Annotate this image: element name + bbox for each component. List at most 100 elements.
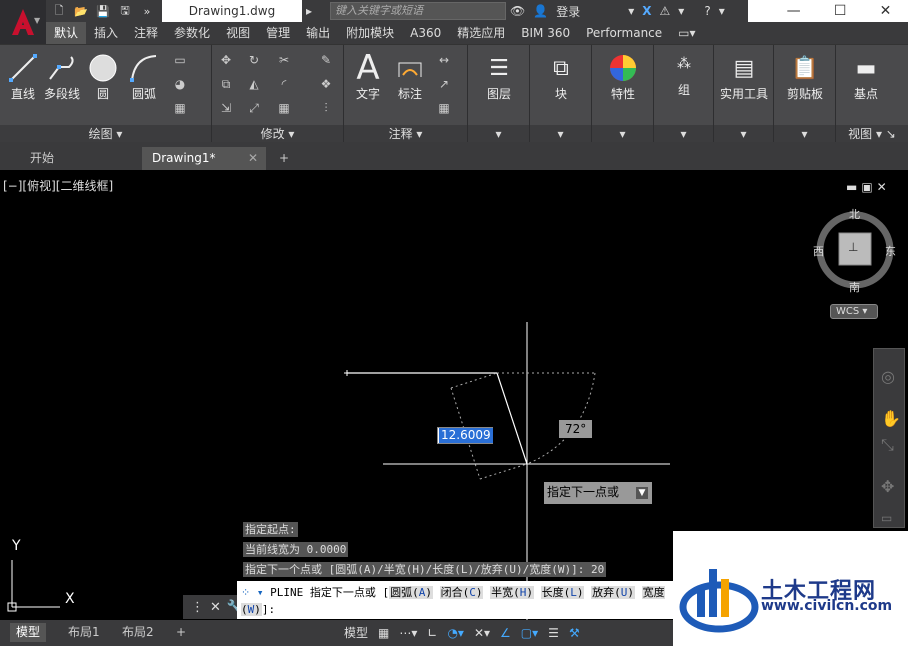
compass-south[interactable]: 南 xyxy=(849,279,860,295)
tab-a360[interactable]: A360 xyxy=(402,22,449,44)
annotation-panel-title[interactable]: 注释 ▾ xyxy=(344,125,467,143)
tab-parametric[interactable]: 参数化 xyxy=(166,22,218,44)
explode-icon[interactable]: ❖ xyxy=(316,75,336,93)
dimension-tool[interactable]: 标注 xyxy=(392,51,428,102)
erase-icon[interactable]: ✎ xyxy=(316,51,336,69)
tab-annotate[interactable]: 注释 xyxy=(126,22,166,44)
save-icon[interactable]: 💾 xyxy=(94,3,112,19)
tab-start[interactable]: 开始 xyxy=(20,147,132,170)
stretch-icon[interactable]: ⇲ xyxy=(216,99,236,117)
line-tool[interactable]: 直线 xyxy=(4,51,42,102)
more-icon[interactable]: » xyxy=(138,3,156,19)
new-file-icon[interactable]: 🗋 xyxy=(50,3,68,19)
offset-icon[interactable]: ⫶ xyxy=(316,99,336,117)
hatch-icon[interactable]: ◕ xyxy=(170,75,190,93)
panel-expand-icon[interactable]: ▾ xyxy=(774,125,835,143)
table-icon[interactable]: ▦ xyxy=(434,99,454,117)
copy-icon[interactable]: ⧉ xyxy=(216,75,236,93)
modify-panel-title[interactable]: 修改 ▾ xyxy=(212,125,343,143)
zoom-icon[interactable]: ⤡ xyxy=(881,435,894,455)
tab-drawing1[interactable]: Drawing1* ✕ xyxy=(142,147,266,170)
basepoint-tool[interactable]: ▬ 基点 xyxy=(846,51,886,102)
option-halfwidth[interactable]: 半宽(H) xyxy=(490,586,534,599)
close-icon[interactable]: ✕ xyxy=(880,3,892,19)
leader-icon[interactable]: ↗ xyxy=(434,75,454,93)
grid-icon[interactable]: ▦ xyxy=(376,623,391,643)
tab-model[interactable]: 模型 xyxy=(10,623,47,642)
save-as-icon[interactable]: 🖫 xyxy=(116,3,134,19)
lineweight-icon[interactable]: ☰ xyxy=(546,623,561,643)
open-file-icon[interactable]: 📂 xyxy=(72,3,90,19)
a360-icon[interactable]: ⚠ xyxy=(656,4,675,18)
login-link[interactable]: 登录 xyxy=(552,3,584,20)
option-close[interactable]: 闭合(C) xyxy=(439,586,484,599)
orbit-icon[interactable]: ✥ xyxy=(881,477,894,496)
chevron-right-icon[interactable]: ▸ xyxy=(302,4,316,18)
viewport-controls[interactable]: [−][俯视][二维线框] xyxy=(3,177,113,194)
chevron-down-icon[interactable]: ▾ xyxy=(674,4,688,18)
layers-tool[interactable]: ☰ 图层 xyxy=(478,51,520,102)
fillet-icon[interactable]: ◜ xyxy=(274,75,294,93)
wcs-menu[interactable]: WCS ▾ xyxy=(830,304,878,319)
arc-tool[interactable]: 圆弧 xyxy=(126,51,162,102)
compass-west[interactable]: 西 xyxy=(813,243,824,259)
tab-layout2[interactable]: 布局2 xyxy=(116,623,160,642)
option-arc[interactable]: 圆弧(A) xyxy=(389,586,433,599)
dropdown-icon[interactable]: ▼ xyxy=(636,487,648,499)
tab-home[interactable]: 默认 xyxy=(46,22,87,44)
isodraft-icon[interactable]: ✕▾ xyxy=(472,623,492,643)
panel-expand-icon[interactable]: ▾ xyxy=(592,125,653,143)
utilities-tool[interactable]: ▤ 实用工具 xyxy=(716,51,772,102)
tab-view[interactable]: 视图 xyxy=(218,22,258,44)
tab-layout1[interactable]: 布局1 xyxy=(62,623,106,642)
binoculars-icon[interactable]: 👁 xyxy=(506,4,529,18)
recent-commands-icon[interactable]: ⁘ ▾ xyxy=(241,586,263,599)
move-icon[interactable]: ✥ xyxy=(216,51,236,69)
option-length[interactable]: 长度(L) xyxy=(540,586,585,599)
block-tool[interactable]: ⧉ 块 xyxy=(540,51,582,102)
steering-wheel-icon[interactable]: ◎ xyxy=(881,367,895,386)
distance-input[interactable]: 12.6009 xyxy=(437,427,493,444)
grip-icon[interactable]: ⋮ xyxy=(191,600,204,615)
rectangle-icon[interactable]: ▭ xyxy=(170,51,190,69)
compass-north[interactable]: 北 xyxy=(849,206,860,222)
new-tab-icon[interactable]: + xyxy=(272,147,298,170)
properties-tool[interactable]: 特性 xyxy=(602,51,644,102)
showmotion-icon[interactable]: ▭ xyxy=(881,511,892,525)
close-tab-icon[interactable]: ✕ xyxy=(248,147,258,170)
polar-icon[interactable]: ◔▾ xyxy=(445,623,466,643)
help-icon[interactable]: ? xyxy=(700,4,714,18)
maximize-icon[interactable]: ☐ xyxy=(834,3,847,19)
draw-panel-title[interactable]: 绘图 ▾ xyxy=(0,125,211,143)
option-undo[interactable]: 放弃(U) xyxy=(591,586,635,599)
group-tool[interactable]: ⁂ 组 xyxy=(664,47,704,98)
boundary-icon[interactable]: ▦ xyxy=(170,99,190,117)
chevron-down-icon[interactable]: ▾ xyxy=(715,4,729,18)
tab-featured-apps[interactable]: 精选应用 xyxy=(449,22,513,44)
ortho-icon[interactable]: ∟ xyxy=(425,623,439,643)
tab-output[interactable]: 输出 xyxy=(298,22,338,44)
panel-expand-icon[interactable]: ▾ xyxy=(468,125,529,143)
trim-icon[interactable]: ✂ xyxy=(274,51,294,69)
compass-east[interactable]: 东 xyxy=(885,243,896,259)
snap-icon[interactable]: ⋯▾ xyxy=(397,623,419,643)
new-layout-icon[interactable]: + xyxy=(170,623,192,642)
angle-input[interactable]: 72° xyxy=(559,420,593,438)
tab-addins[interactable]: 附加模块 xyxy=(338,22,402,44)
model-space-button[interactable]: 模型 xyxy=(342,623,370,643)
panel-expand-icon[interactable]: ▾ xyxy=(654,125,713,143)
circle-tool[interactable]: 圆 xyxy=(86,51,120,102)
viewport-window-controls[interactable]: ▬▣✕ xyxy=(846,180,891,194)
tab-performance[interactable]: Performance xyxy=(578,22,670,44)
close-icon[interactable]: ✕ xyxy=(210,600,221,615)
pan-icon[interactable]: ✋ xyxy=(881,409,901,428)
rotate-icon[interactable]: ↻ xyxy=(244,51,264,69)
tab-manage[interactable]: 管理 xyxy=(258,22,298,44)
linear-dim-icon[interactable]: ↔ xyxy=(434,51,454,69)
clipboard-tool[interactable]: 📋 剪贴板 xyxy=(780,51,830,102)
annotation-scale-icon[interactable]: ⚒ xyxy=(567,623,582,643)
array-icon[interactable]: ▦ xyxy=(274,99,294,117)
chevron-down-icon[interactable]: ▾ xyxy=(624,4,638,18)
panel-expand-icon[interactable]: ▾ xyxy=(530,125,591,143)
mirror-icon[interactable]: ◭ xyxy=(244,75,264,93)
